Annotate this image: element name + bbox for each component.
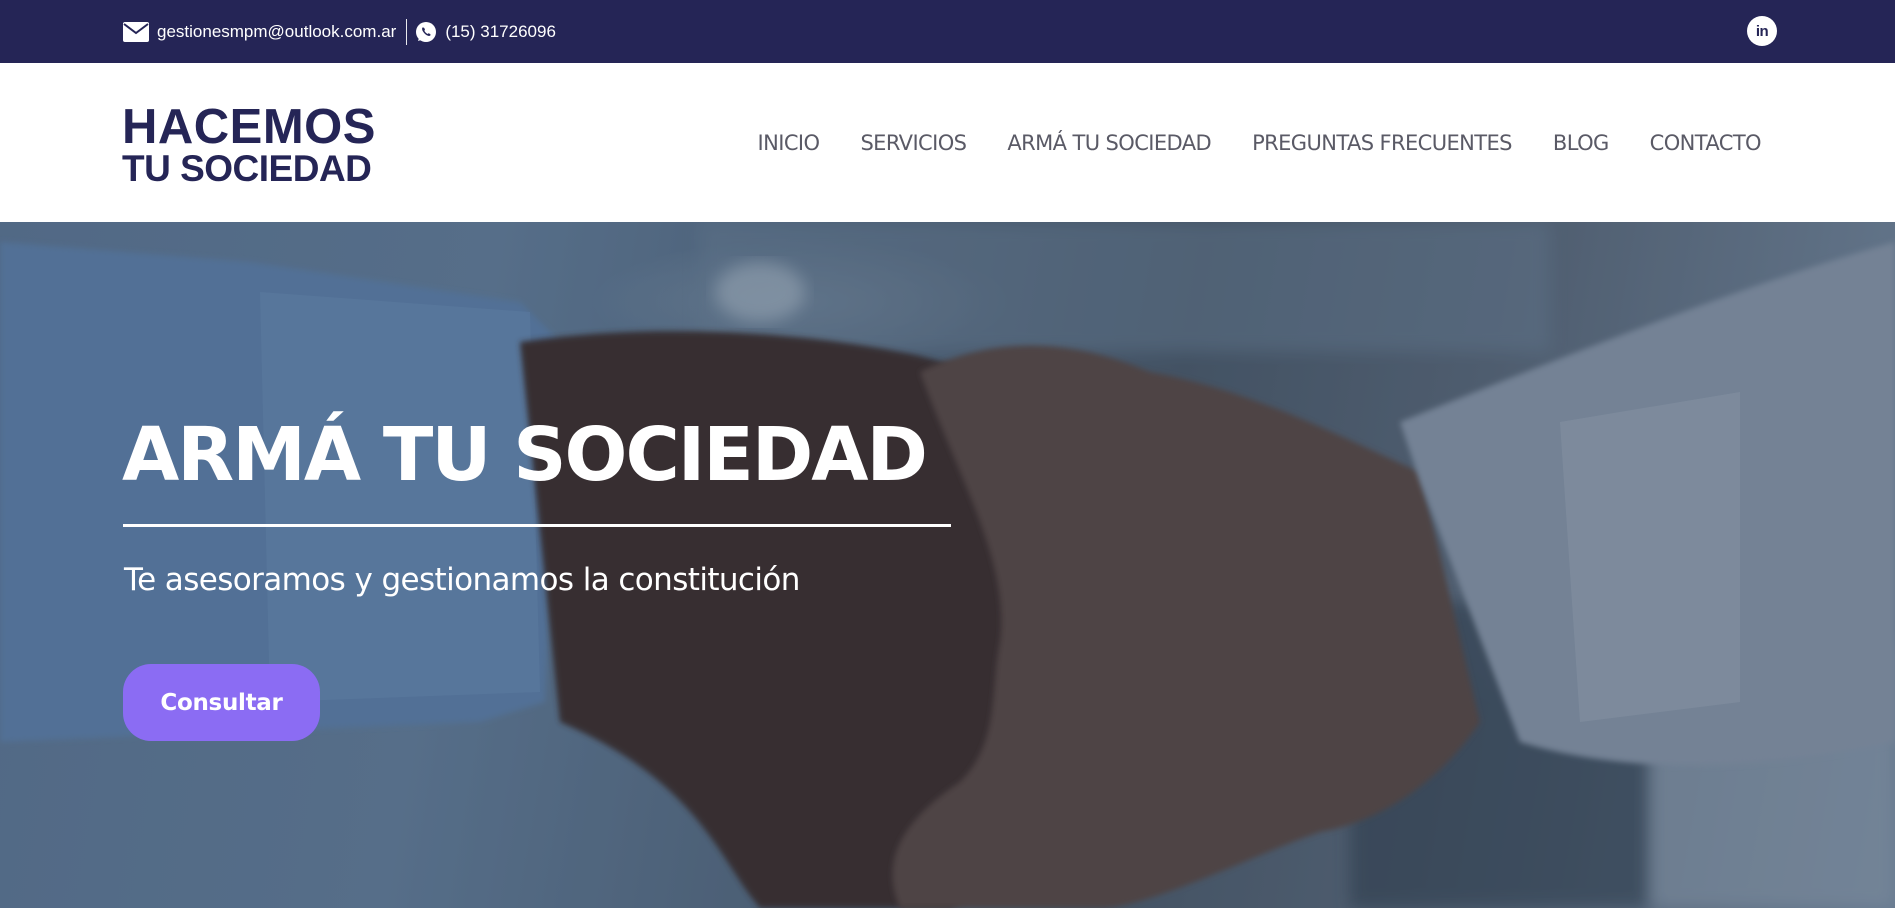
linkedin-glyph: in	[1755, 22, 1769, 40]
divider	[406, 18, 408, 45]
nav-item-arma-tu-sociedad[interactable]: ARMÁ TU SOCIEDAD	[1007, 131, 1211, 155]
hero-section: ARMÁ TU SOCIEDAD Te asesoramos y gestion…	[0, 222, 1895, 908]
contact-info: gestionesmpm@outlook.com.ar (15) 3172609…	[123, 0, 556, 63]
nav-item-contacto[interactable]: CONTACTO	[1650, 131, 1762, 155]
consultar-button[interactable]: Consultar	[123, 664, 320, 741]
email-text: gestionesmpm@outlook.com.ar	[157, 21, 397, 41]
logo[interactable]: HACEMOS TU SOCIEDAD	[122, 100, 376, 189]
nav-item-inicio[interactable]: INICIO	[758, 131, 820, 155]
nav-item-blog[interactable]: BLOG	[1553, 131, 1609, 155]
hero-divider	[123, 524, 951, 527]
phone-text: (15) 31726096	[445, 21, 556, 41]
nav-item-servicios[interactable]: SERVICIOS	[860, 131, 967, 155]
site-header: HACEMOS TU SOCIEDAD INICIO SERVICIOS ARM…	[0, 63, 1895, 222]
phone-link[interactable]: (15) 31726096	[415, 21, 556, 43]
hero-subtitle: Te asesoramos y gestionamos la constituc…	[124, 562, 800, 598]
top-bar: gestionesmpm@outlook.com.ar (15) 3172609…	[0, 0, 1895, 63]
hero-title: ARMÁ TU SOCIEDAD	[122, 412, 928, 498]
logo-line1: HACEMOS	[122, 100, 376, 154]
logo-line2: TU SOCIEDAD	[122, 148, 372, 189]
main-nav: INICIO SERVICIOS ARMÁ TU SOCIEDAD PREGUN…	[717, 63, 1762, 222]
envelope-icon	[123, 21, 149, 42]
whatsapp-icon	[415, 21, 437, 43]
email-link[interactable]: gestionesmpm@outlook.com.ar	[123, 21, 397, 42]
linkedin-icon[interactable]: in	[1747, 16, 1777, 46]
nav-item-preguntas-frecuentes[interactable]: PREGUNTAS FRECUENTES	[1252, 131, 1512, 155]
